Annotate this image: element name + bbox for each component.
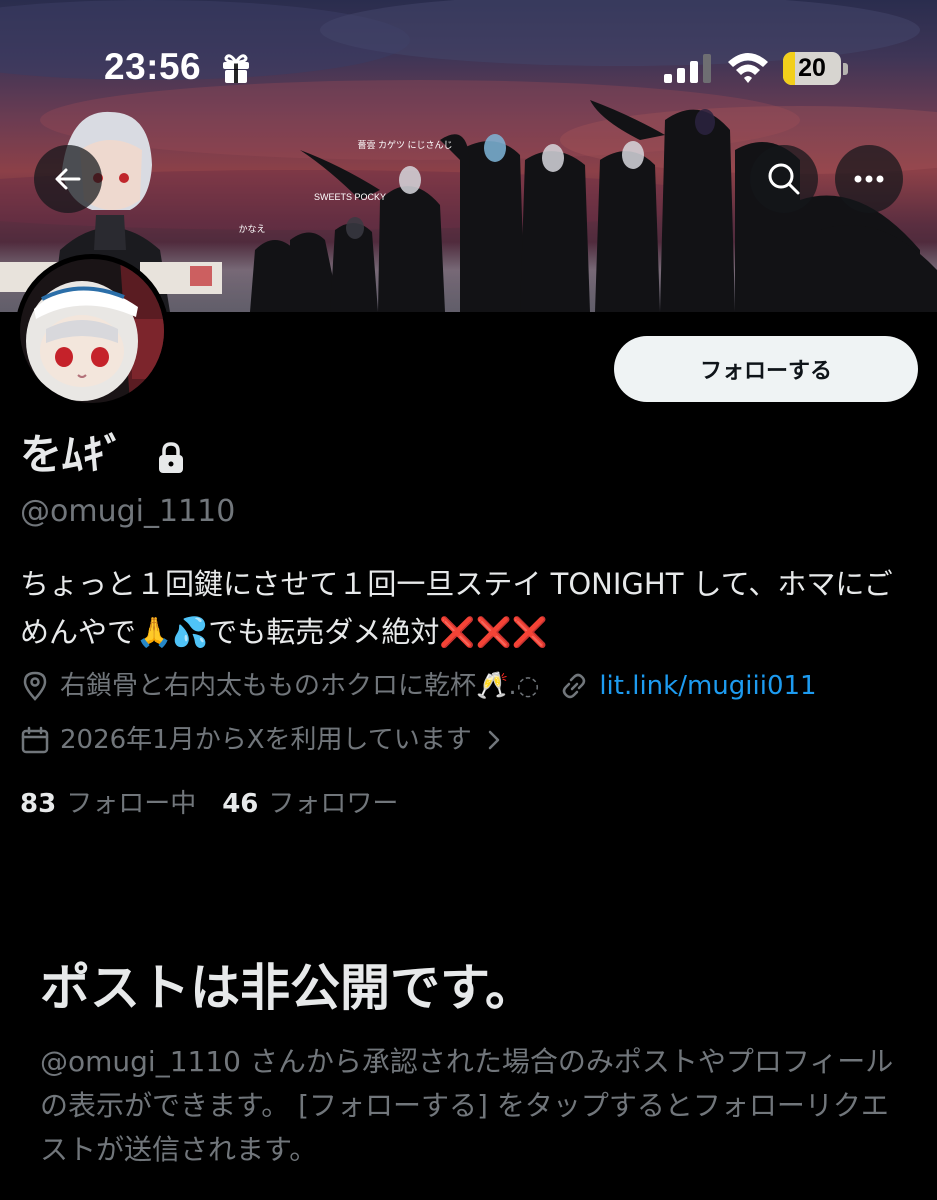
following-count: 83 [20, 789, 57, 819]
followers-label: フォロワー [268, 789, 399, 819]
link-icon [563, 673, 586, 699]
followers-count: 46 [222, 789, 259, 819]
banner-label-kanae: かなえ [238, 224, 265, 234]
followers-count-link[interactable]: 46 フォロワー [222, 786, 398, 822]
battery-cap [843, 63, 848, 75]
user-handle: @omugi_1110 [20, 494, 236, 529]
battery-indicator: 20 [783, 52, 841, 85]
banner-label-sweets: SWEETS POCKY [314, 192, 386, 202]
profile-bio: ちょっと１回鍵にさせて１回一旦ステイ TONIGHT して、ホマにごめんやで🙏💦… [20, 567, 893, 649]
following-label: フォロー中 [66, 789, 197, 819]
profile-location: 右鎖骨と右内太もものホクロに乾杯🥂.◌ [60, 671, 540, 701]
calendar-icon [21, 726, 49, 754]
profile-join-date: 2026年1月からXを利用しています [60, 725, 472, 755]
chevron-right-icon [488, 730, 499, 750]
profile-website-link[interactable]: lit.link/mugiii011 [599, 669, 816, 703]
display-name: をﾑｷﾞ [20, 430, 126, 479]
back-button[interactable] [34, 145, 102, 213]
more-options-button[interactable] [835, 145, 903, 213]
lock-icon [159, 442, 183, 473]
search-button[interactable] [750, 145, 818, 213]
private-posts-title: ポストは非公開です。 [40, 959, 535, 1017]
status-time: 23:56 [104, 46, 202, 87]
location-pin-icon [23, 671, 47, 701]
banner-group-silhouettes [250, 100, 937, 312]
arrow-left-icon [55, 168, 81, 190]
website-group[interactable]: lit.link/mugiii011 [559, 669, 817, 703]
banner-label-kagetsu: 薔雲 カゲツ にじさんじ [357, 139, 452, 150]
private-posts-description: @omugi_1110 さんから承認された場合のみポストやプロフィールの表示がで… [40, 1045, 894, 1166]
search-icon [768, 163, 800, 195]
gift-icon [223, 54, 249, 83]
avatar-image [20, 259, 164, 403]
follow-button[interactable]: フォローする [614, 336, 918, 402]
avatar[interactable] [15, 254, 169, 408]
follow-counts: 83 フォロー中 46 フォロワー [20, 786, 398, 822]
cellular-signal-icon [664, 54, 711, 83]
wifi-icon [728, 53, 768, 83]
following-count-link[interactable]: 83 フォロー中 [20, 786, 196, 822]
location-row: 右鎖骨と右内太もものホクロに乾杯🥂.◌ lit.link/mugiii011 [20, 669, 817, 703]
more-icon [854, 175, 884, 183]
join-date-row[interactable]: 2026年1月からXを利用しています [20, 723, 504, 757]
battery-level: 20 [798, 54, 826, 82]
